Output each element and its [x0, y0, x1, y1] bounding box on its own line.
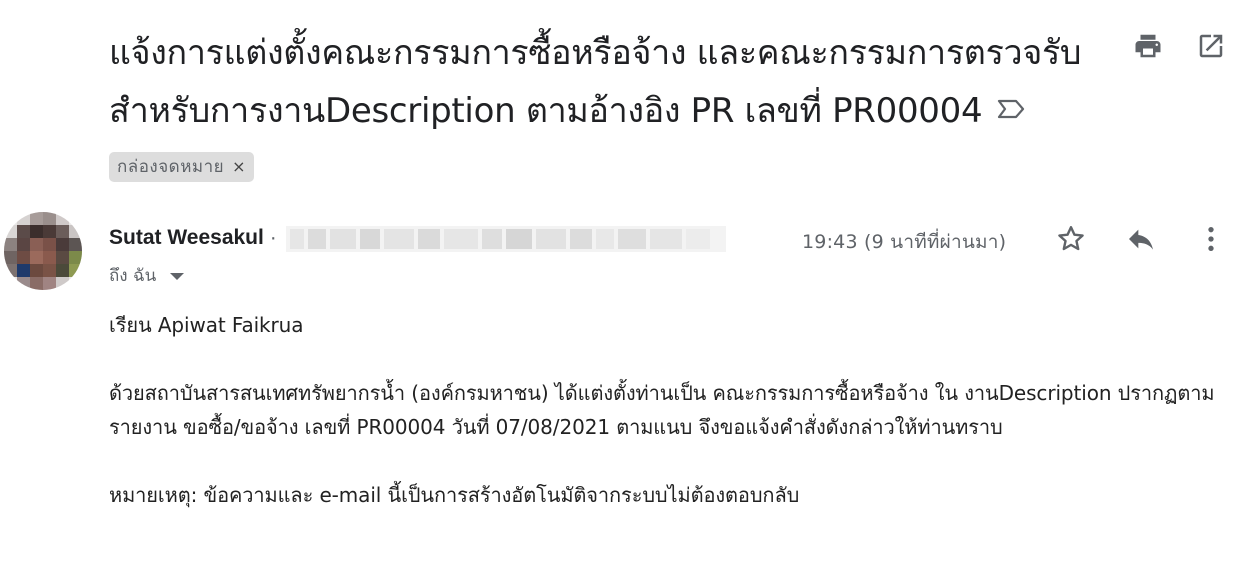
greeting: เรียน Apiwat Faikrua: [109, 313, 304, 337]
sender-separator: ·: [269, 226, 277, 249]
sender-email-redacted: [286, 226, 726, 252]
sender-name-text: Sutat Weesakul: [109, 226, 264, 249]
sender-name[interactable]: Sutat Weesakul ·: [109, 226, 277, 250]
email-timestamp: 19:43 (9 นาทีที่ผ่านมา): [802, 231, 1007, 253]
inbox-label-text: กล่องจดหมาย: [117, 157, 225, 177]
label-important-icon[interactable]: [996, 80, 1026, 138]
email-body: เรียน Apiwat Faikrua ด้วยสถาบันสารสนเทศท…: [109, 308, 1219, 512]
more-vertical-icon[interactable]: [1194, 222, 1228, 256]
print-icon[interactable]: [1132, 30, 1164, 62]
body-paragraph: ด้วยสถาบันสารสนเทศทรัพยากรน้ำ (องค์กรมหา…: [109, 381, 1215, 439]
inbox-label-chip[interactable]: กล่องจดหมาย ×: [109, 152, 255, 182]
recipient-text: ถึง ฉัน: [109, 266, 157, 286]
sender-avatar[interactable]: [4, 212, 82, 290]
chevron-down-icon[interactable]: [170, 273, 185, 280]
subject-text: แจ้งการแต่งตั้งคณะกรรมการซื้อหรือจ้าง แล…: [109, 33, 1082, 131]
recipient-line: ถึง ฉัน: [109, 262, 185, 289]
remove-label-button[interactable]: ×: [232, 152, 246, 182]
open-in-new-window-icon[interactable]: [1195, 30, 1227, 62]
email-subject: แจ้งการแต่งตั้งคณะกรรมการซื้อหรือจ้าง แล…: [109, 24, 1109, 200]
auto-generated-note: หมายเหตุ: ข้อความและ e-mail นี้เป็นการสร…: [109, 483, 800, 507]
star-icon[interactable]: [1054, 222, 1088, 256]
reply-icon[interactable]: [1124, 222, 1158, 256]
